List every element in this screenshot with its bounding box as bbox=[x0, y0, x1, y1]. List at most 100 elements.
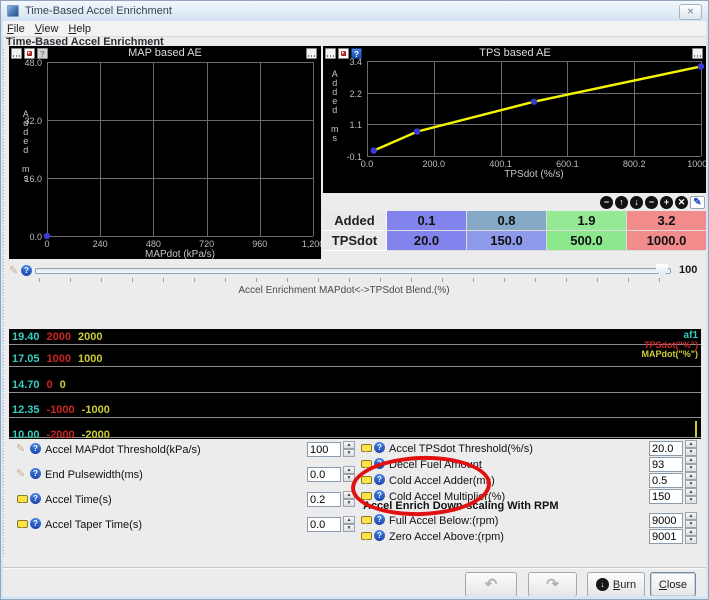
zero-accel-above-rpm-input[interactable] bbox=[649, 529, 683, 544]
tps-based-ae-chart[interactable]: TPS based AE ? 3.42.21.1-0.10.0200.0400.… bbox=[323, 46, 707, 193]
cold-accel-multiplier-spin-down[interactable]: ▼ bbox=[685, 496, 697, 504]
curve-cell-tpsdot-1[interactable]: 150.0 bbox=[467, 231, 547, 251]
graph-gridline bbox=[9, 417, 701, 418]
shift-up-icon[interactable]: ↑ bbox=[615, 196, 628, 209]
accel-taper-time-s-input[interactable] bbox=[307, 517, 341, 532]
burn-button[interactable]: ↓ Burn bbox=[587, 572, 645, 597]
slider-tick bbox=[566, 278, 567, 282]
slider-tick bbox=[101, 278, 102, 282]
accel-mapdot-threshold-kpa-s-spin-up[interactable]: ▲ bbox=[343, 441, 355, 449]
curve-point[interactable] bbox=[531, 99, 537, 105]
gridline bbox=[701, 61, 702, 156]
help-icon[interactable]: ? bbox=[30, 468, 41, 479]
graph-legend-tpsdot: TPSdot("%") bbox=[644, 340, 698, 350]
curve-point[interactable] bbox=[414, 128, 420, 134]
cold-accel-adder-ms-spin-down[interactable]: ▼ bbox=[685, 480, 697, 488]
accel-taper-time-s-spin-down[interactable]: ▼ bbox=[343, 524, 355, 532]
redo-button[interactable]: ↷ bbox=[528, 572, 577, 597]
accel-mapdot-threshold-kpa-s-input[interactable] bbox=[307, 442, 341, 457]
zoom-out-icon[interactable]: − bbox=[645, 196, 658, 209]
accel-tpsdot-threshold-s-spin-down[interactable]: ▼ bbox=[685, 448, 697, 456]
cold-accel-multiplier-spin-up[interactable]: ▲ bbox=[685, 488, 697, 496]
popout-icon[interactable] bbox=[306, 48, 317, 59]
zero-accel-above-rpm-spin-up[interactable]: ▲ bbox=[685, 528, 697, 536]
param-label-end-pulsewidth-ms: End Pulsewidth(ms) bbox=[45, 469, 143, 481]
pw-scale-value: 17.05 bbox=[12, 353, 40, 365]
accel-time-s-input[interactable] bbox=[307, 492, 341, 507]
help-icon[interactable]: ? bbox=[30, 493, 41, 504]
y-tick-label: 3.4 bbox=[323, 57, 362, 67]
cold-accel-adder-ms-spin-up[interactable]: ▲ bbox=[685, 472, 697, 480]
gridline bbox=[313, 62, 314, 236]
menu-view[interactable]: View bbox=[35, 23, 59, 35]
param-label-decel-fuel-amount: Decel Fuel Amount bbox=[389, 459, 482, 471]
zero-accel-above-rpm-spin-down[interactable]: ▼ bbox=[685, 536, 697, 544]
help-icon[interactable]: ? bbox=[30, 443, 41, 454]
help-icon[interactable]: ? bbox=[374, 530, 385, 541]
shift-down-icon[interactable]: ↓ bbox=[630, 196, 643, 209]
curve-cell-added-2[interactable]: 1.9 bbox=[547, 211, 627, 231]
menu-help[interactable]: Help bbox=[68, 23, 91, 35]
map-based-ae-chart[interactable]: MAP based AE ? 48.032.016.00.00240480720… bbox=[9, 46, 321, 259]
realtime-graph: 19.402000200017.051000100014.700012.35-1… bbox=[9, 329, 701, 439]
full-accel-below-rpm-spin-up[interactable]: ▲ bbox=[685, 512, 697, 520]
y-axis-title: Addedms bbox=[22, 110, 30, 183]
curve-cell-tpsdot-0[interactable]: 20.0 bbox=[387, 231, 467, 251]
gridline bbox=[47, 236, 313, 237]
accel-time-s-spin-down[interactable]: ▼ bbox=[343, 499, 355, 507]
menu-file[interactable]: File bbox=[7, 23, 25, 35]
x-tick-label: 600.1 bbox=[543, 159, 591, 169]
undo-button[interactable]: ↶ bbox=[465, 572, 517, 597]
curve-cell-added-0[interactable]: 0.1 bbox=[387, 211, 467, 231]
blend-slider-value: 100 bbox=[679, 264, 697, 276]
accel-mapdot-threshold-kpa-s-spin-down[interactable]: ▼ bbox=[343, 449, 355, 457]
curve-cell-added-1[interactable]: 0.8 bbox=[467, 211, 547, 231]
end-pulsewidth-ms-spin-down[interactable]: ▼ bbox=[343, 474, 355, 482]
accel-tpsdot-threshold-s-spinner: ▲▼ bbox=[685, 440, 697, 457]
param-label-cold-accel-multiplier: Cold Accel Multiplier(%) bbox=[389, 491, 505, 503]
slider-tick bbox=[194, 278, 195, 282]
edit-pencil-icon[interactable]: ✎ bbox=[690, 196, 705, 209]
accel-time-s-spin-up[interactable]: ▲ bbox=[343, 491, 355, 499]
close-button[interactable]: Close bbox=[650, 572, 696, 597]
curve-cell-tpsdot-3[interactable]: 1000.0 bbox=[627, 231, 707, 251]
help-icon[interactable]: ? bbox=[374, 514, 385, 525]
curve-point[interactable] bbox=[44, 233, 50, 239]
end-pulsewidth-ms-input[interactable] bbox=[307, 467, 341, 482]
help-icon[interactable]: ? bbox=[374, 474, 385, 485]
clear-icon[interactable]: ✕ bbox=[675, 196, 688, 209]
zoom-in-icon[interactable]: + bbox=[660, 196, 673, 209]
blend-slider-track[interactable] bbox=[35, 268, 671, 274]
decel-fuel-amount-input[interactable] bbox=[649, 457, 683, 472]
help-icon[interactable]: ? bbox=[374, 442, 385, 453]
full-accel-below-rpm-input[interactable] bbox=[649, 513, 683, 528]
end-pulsewidth-ms-spin-up[interactable]: ▲ bbox=[343, 466, 355, 474]
popout-icon[interactable] bbox=[692, 48, 703, 59]
accel-taper-time-s-spin-up[interactable]: ▲ bbox=[343, 516, 355, 524]
cold-accel-adder-ms-input[interactable] bbox=[649, 473, 683, 488]
slider-tick bbox=[70, 278, 71, 282]
window-close-icon[interactable]: ✕ bbox=[679, 4, 702, 20]
help-icon[interactable]: ? bbox=[30, 518, 41, 529]
curve-cell-added-3[interactable]: 3.2 bbox=[627, 211, 707, 231]
accel-tpsdot-threshold-s-input[interactable] bbox=[649, 441, 683, 456]
pw-scale-value: 12.35 bbox=[12, 404, 40, 416]
accel-tpsdot-threshold-s-spin-up[interactable]: ▲ bbox=[685, 440, 697, 448]
blend-slider-thumb[interactable] bbox=[656, 264, 668, 277]
cold-accel-multiplier-input[interactable] bbox=[649, 489, 683, 504]
curve-point[interactable] bbox=[698, 63, 704, 69]
comment-bubble-icon bbox=[17, 520, 28, 528]
slider-tick bbox=[256, 278, 257, 282]
full-accel-below-rpm-spin-down[interactable]: ▼ bbox=[685, 520, 697, 528]
decel-fuel-amount-spin-up[interactable]: ▲ bbox=[685, 456, 697, 464]
decel-fuel-amount-spin-down[interactable]: ▼ bbox=[685, 464, 697, 472]
curve-point[interactable] bbox=[370, 147, 376, 153]
help-icon[interactable]: ? bbox=[21, 265, 32, 276]
curve-cell-tpsdot-2[interactable]: 500.0 bbox=[547, 231, 627, 251]
decrement-icon[interactable]: − bbox=[600, 196, 613, 209]
pw-scale-value: 10.00 bbox=[12, 429, 40, 439]
graph-gridline bbox=[9, 344, 701, 345]
help-icon[interactable]: ? bbox=[374, 490, 385, 501]
help-icon[interactable]: ? bbox=[374, 458, 385, 469]
slider-tick bbox=[380, 278, 381, 282]
